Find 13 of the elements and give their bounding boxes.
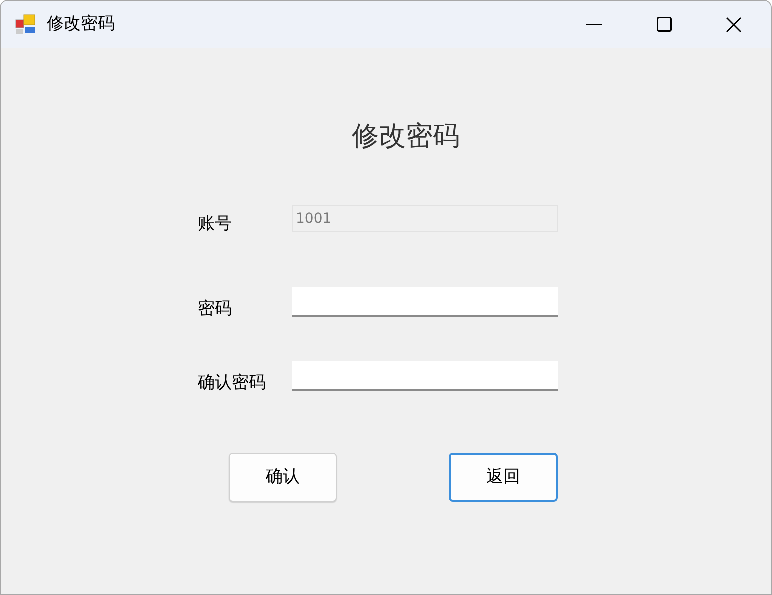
input-field[interactable] [292,361,558,391]
minimize-icon [586,24,602,26]
close-icon [726,16,742,32]
field-label: 确认密码 [198,373,267,393]
window-title: 修改密码 [47,12,115,36]
field-label: 密码 [198,299,233,319]
form-heading: 修改密码 [352,120,460,154]
app-icon [15,14,37,36]
dialog-button[interactable]: 返回 [449,453,558,502]
dialog-button[interactable]: 确认 [229,453,337,502]
field-label: 账号 [198,214,233,234]
input-field[interactable] [292,287,558,317]
maximize-icon [656,17,672,32]
